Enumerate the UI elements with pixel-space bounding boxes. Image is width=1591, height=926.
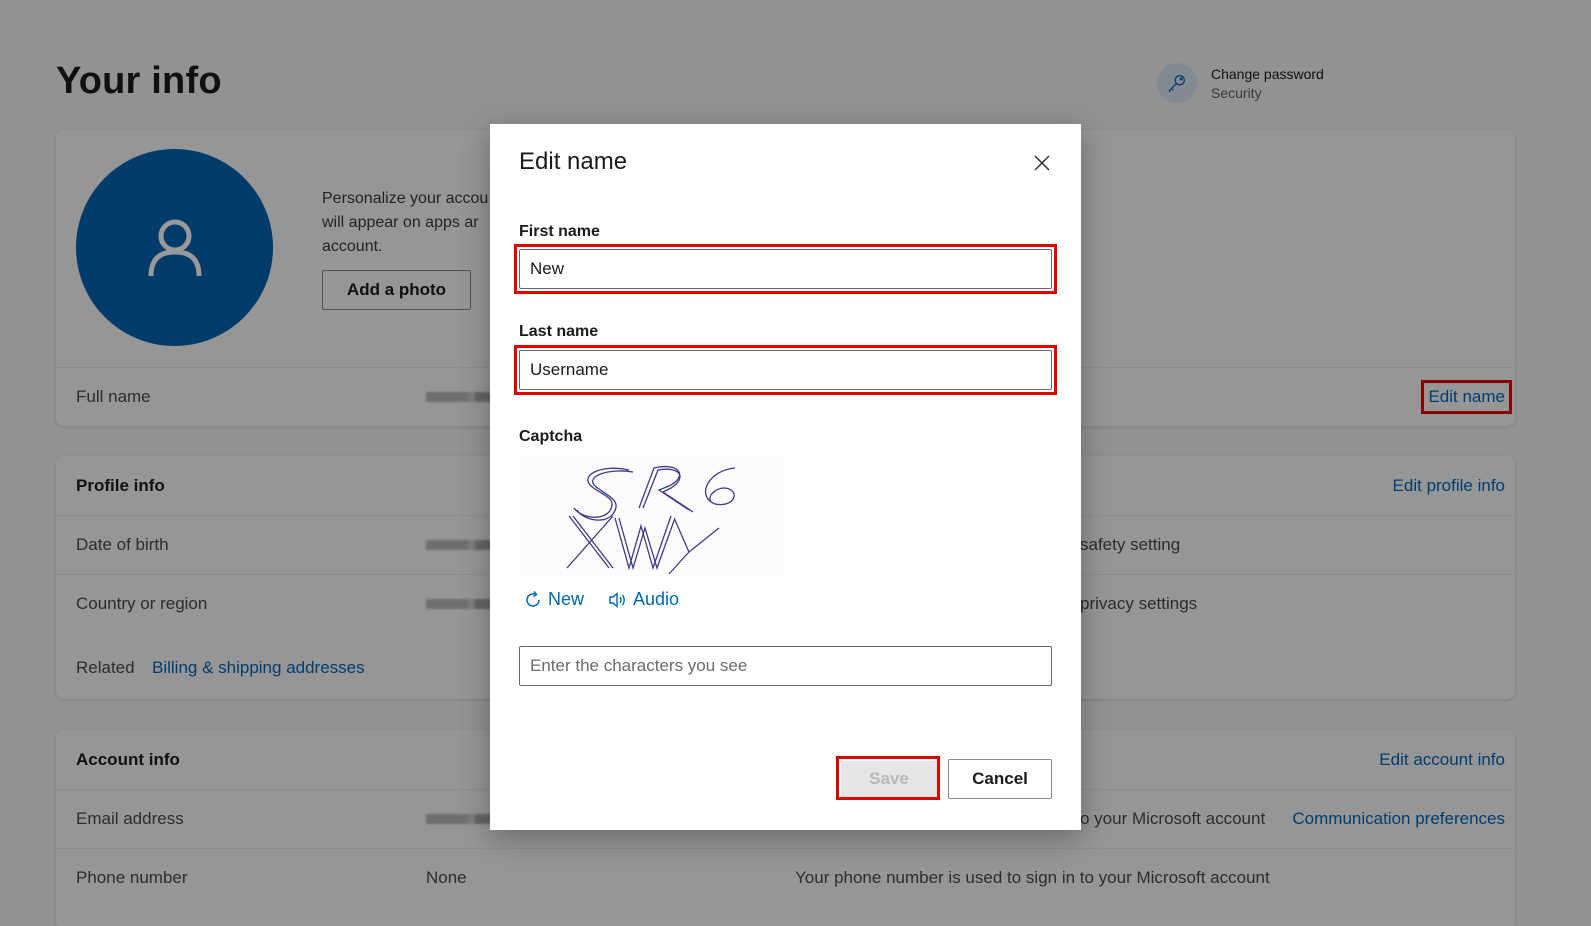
captcha-new-label: New bbox=[548, 589, 585, 609]
speaker-icon bbox=[609, 591, 625, 608]
edit-name-dialog: Edit name First name Last name Captcha N… bbox=[490, 124, 1081, 830]
first-name-label: First name bbox=[519, 223, 600, 240]
refresh-icon bbox=[526, 590, 540, 607]
captcha-label: Captcha bbox=[519, 428, 583, 445]
dialog-title: Edit name bbox=[519, 148, 628, 175]
last-name-label: Last name bbox=[519, 323, 599, 340]
captcha-audio-label: Audio bbox=[633, 589, 680, 609]
captcha-actions: New Audio bbox=[523, 589, 679, 610]
last-name-input[interactable] bbox=[519, 350, 1052, 390]
first-name-input[interactable] bbox=[519, 249, 1052, 289]
cancel-button[interactable]: Cancel bbox=[948, 759, 1052, 799]
captcha-image bbox=[519, 456, 784, 576]
captcha-new-button[interactable]: New bbox=[523, 589, 584, 610]
captcha-input[interactable] bbox=[519, 646, 1052, 686]
save-button[interactable]: Save bbox=[841, 761, 937, 797]
captcha-audio-button[interactable]: Audio bbox=[608, 589, 679, 610]
close-icon[interactable] bbox=[1031, 152, 1053, 174]
